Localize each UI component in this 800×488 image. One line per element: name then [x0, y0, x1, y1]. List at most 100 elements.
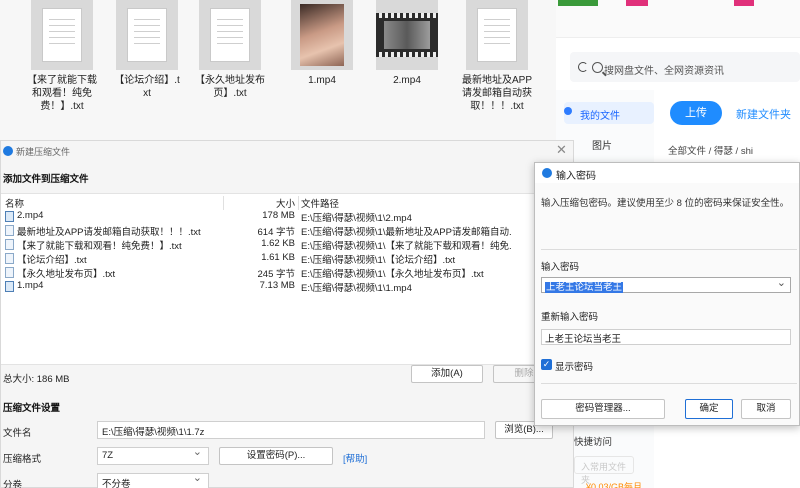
file-tile[interactable]: 【论坛介绍】.txt	[112, 0, 182, 100]
row-path: E:\压缩\得瑟\视频\1\【论坛介绍】.txt	[301, 255, 456, 266]
video-file-icon	[5, 281, 14, 292]
row-name: 最新地址及APP请发邮箱自动获取！！！.txt	[17, 227, 201, 238]
text-file-icon	[199, 0, 261, 70]
file-explorer: 【来了就能下载和观看！纯免费！】.txt 【论坛介绍】.txt 【永久地址发布页…	[0, 0, 556, 142]
video-file-icon	[5, 211, 14, 222]
text-file-icon	[116, 0, 178, 70]
file-name: 【论坛介绍】.txt	[114, 75, 180, 99]
password-manager-button[interactable]: 密码管理器...	[541, 399, 665, 419]
file-tile[interactable]: 最新地址及APP请发邮箱自动获取！！！.txt	[462, 0, 532, 113]
upload-button[interactable]: 上传	[670, 101, 722, 125]
file-name: 【来了就能下载和观看！纯免费！】.txt	[27, 75, 97, 112]
filename-input[interactable]: E:\压缩\得瑟\视频\1\1.7z	[97, 421, 485, 439]
file-tile[interactable]: 1.mp4	[287, 0, 357, 87]
format-label: 压缩格式	[3, 454, 42, 465]
text-file-icon	[5, 267, 14, 278]
password-input[interactable]: 上老王论坛当老王 ⌄	[541, 277, 791, 293]
show-password-label[interactable]: 显示密码	[555, 359, 593, 373]
table-header: 名称 大小 文件路径	[1, 196, 557, 210]
close-icon[interactable]: ✕	[556, 142, 567, 158]
text-file-icon	[5, 253, 14, 264]
column-name[interactable]: 名称	[5, 196, 24, 210]
row-size: 178 MB	[262, 210, 295, 221]
row-name: 1.mp4	[17, 280, 44, 291]
filename-label: 文件名	[3, 428, 32, 439]
video-thumbnail	[376, 0, 438, 70]
new-folder-button[interactable]: 新建文件夹	[736, 106, 791, 122]
new-archive-dialog: 新建压缩文件 ✕ 添加文件到压缩文件 名称 大小 文件路径 2.mp4 178 …	[0, 140, 574, 488]
file-tile[interactable]: 【永久地址发布页】.txt	[195, 0, 265, 100]
ok-button[interactable]: 确定	[685, 399, 733, 419]
row-size: 614 字节	[257, 227, 296, 238]
divider	[541, 249, 797, 250]
file-name: 最新地址及APP请发邮箱自动获取！！！.txt	[462, 75, 533, 112]
column-size[interactable]: 大小	[223, 196, 295, 210]
password-value: 上老王论坛当老王	[545, 282, 624, 293]
table-row[interactable]: 1.mp4 7.13 MB E:\压缩\得瑟\视频\1\1.mp4	[1, 280, 557, 294]
table-row[interactable]: 【永久地址发布页】.txt 245 字节 E:\压缩\得瑟\视频\1\【永久地址…	[1, 266, 557, 280]
row-path: E:\压缩\得瑟\视频\1\【来了就能下载和观看！纯免...	[301, 241, 511, 252]
app-icon	[3, 146, 13, 156]
file-name: 2.mp4	[393, 75, 421, 86]
row-path: E:\压缩\得瑟\视频\1\【永久地址发布页】.txt	[301, 269, 484, 280]
table-row[interactable]: 2.mp4 178 MB E:\压缩\得瑟\视频\1\2.mp4	[1, 210, 557, 224]
search-icon	[592, 62, 603, 73]
table-row[interactable]: 最新地址及APP请发邮箱自动获取！！！.txt 614 字节 E:\压缩\得瑟\…	[1, 224, 557, 238]
enter-password-label: 输入密码	[541, 262, 580, 273]
add-files-heading: 添加文件到压缩文件	[3, 174, 89, 185]
add-button[interactable]: 添加(A)	[411, 365, 483, 383]
table-row[interactable]: 【论坛介绍】.txt 1.61 KB E:\压缩\得瑟\视频\1\【论坛介绍】.…	[1, 252, 557, 266]
row-path: E:\压缩\得瑟\视频\1\2.mp4	[301, 213, 412, 224]
text-file-icon	[466, 0, 528, 70]
add-quick-access-button[interactable]: 入常用文件夹	[574, 456, 634, 485]
cloud-top-banner	[556, 0, 800, 38]
password-dialog: 输入密码 输入压缩包密码。建议使用至少 8 位的密码来保证安全性。 输入密码 上…	[534, 162, 800, 426]
sidebar-item-label: 我的文件	[580, 111, 620, 122]
dialog-title: 新建压缩文件	[16, 147, 71, 157]
file-tile[interactable]: 【来了就能下载和观看！纯免费！】.txt	[27, 0, 97, 113]
text-file-icon	[5, 239, 14, 250]
row-name: 【论坛介绍】.txt	[17, 255, 87, 266]
app-icon	[542, 168, 552, 178]
video-thumbnail	[291, 0, 353, 70]
chevron-down-icon[interactable]: ⌄	[777, 276, 786, 289]
archive-settings-heading: 压缩文件设置	[3, 403, 61, 414]
row-name: 2.mp4	[17, 210, 44, 221]
divider	[541, 383, 797, 384]
password-dialog-titlebar: 输入密码	[535, 163, 799, 183]
file-name: 【永久地址发布页】.txt	[195, 75, 265, 99]
confirm-password-input[interactable]: 上老王论坛当老王	[541, 329, 791, 345]
dialog-titlebar: 新建压缩文件 ✕	[1, 141, 573, 161]
split-label: 分卷	[3, 480, 23, 488]
format-select[interactable]: 7Z	[97, 447, 209, 465]
column-path[interactable]: 文件路径	[301, 196, 339, 210]
row-path: E:\压缩\得瑟\视频\1\1.mp4	[301, 283, 412, 294]
password-hint: 输入压缩包密码。建议使用至少 8 位的密码来保证安全性。	[541, 198, 790, 209]
file-name: 1.mp4	[308, 75, 336, 86]
promo-text[interactable]: ¥0.03/GB每月	[586, 480, 642, 488]
total-size: 总大小: 186 MB	[3, 374, 70, 385]
help-link[interactable]: [帮助]	[343, 451, 367, 465]
file-list-table[interactable]: 名称 大小 文件路径 2.mp4 178 MB E:\压缩\得瑟\视频\1\2.…	[1, 193, 557, 365]
text-file-icon	[5, 225, 14, 236]
row-size: 1.61 KB	[261, 252, 295, 263]
file-tile[interactable]: 2.mp4	[372, 0, 442, 87]
show-password-checkbox[interactable]: ✓	[541, 359, 552, 370]
set-password-button[interactable]: 设置密码(P)...	[219, 447, 333, 465]
split-select[interactable]: 不分卷	[97, 473, 209, 488]
breadcrumb[interactable]: 全部文件 / 得瑟 / shi	[668, 143, 753, 157]
folder-icon	[564, 107, 572, 115]
row-size: 7.13 MB	[259, 280, 295, 291]
row-name: 【永久地址发布页】.txt	[17, 269, 116, 280]
password-dialog-title: 输入密码	[556, 171, 596, 182]
cancel-button[interactable]: 取消	[741, 399, 791, 419]
sidebar-item-my-files[interactable]: 我的文件	[564, 102, 654, 124]
row-size: 245 字节	[257, 269, 296, 280]
search-placeholder: 搜网盘文件、全网资源资讯	[604, 66, 724, 77]
refresh-icon[interactable]	[578, 62, 588, 72]
row-name: 【来了就能下载和观看！纯免费！】.txt	[17, 241, 182, 252]
text-file-icon	[31, 0, 93, 70]
table-row[interactable]: 【来了就能下载和观看！纯免费！】.txt 1.62 KB E:\压缩\得瑟\视频…	[1, 238, 557, 252]
sidebar-item-pictures[interactable]: 图片	[592, 137, 612, 152]
row-size: 1.62 KB	[261, 238, 295, 249]
